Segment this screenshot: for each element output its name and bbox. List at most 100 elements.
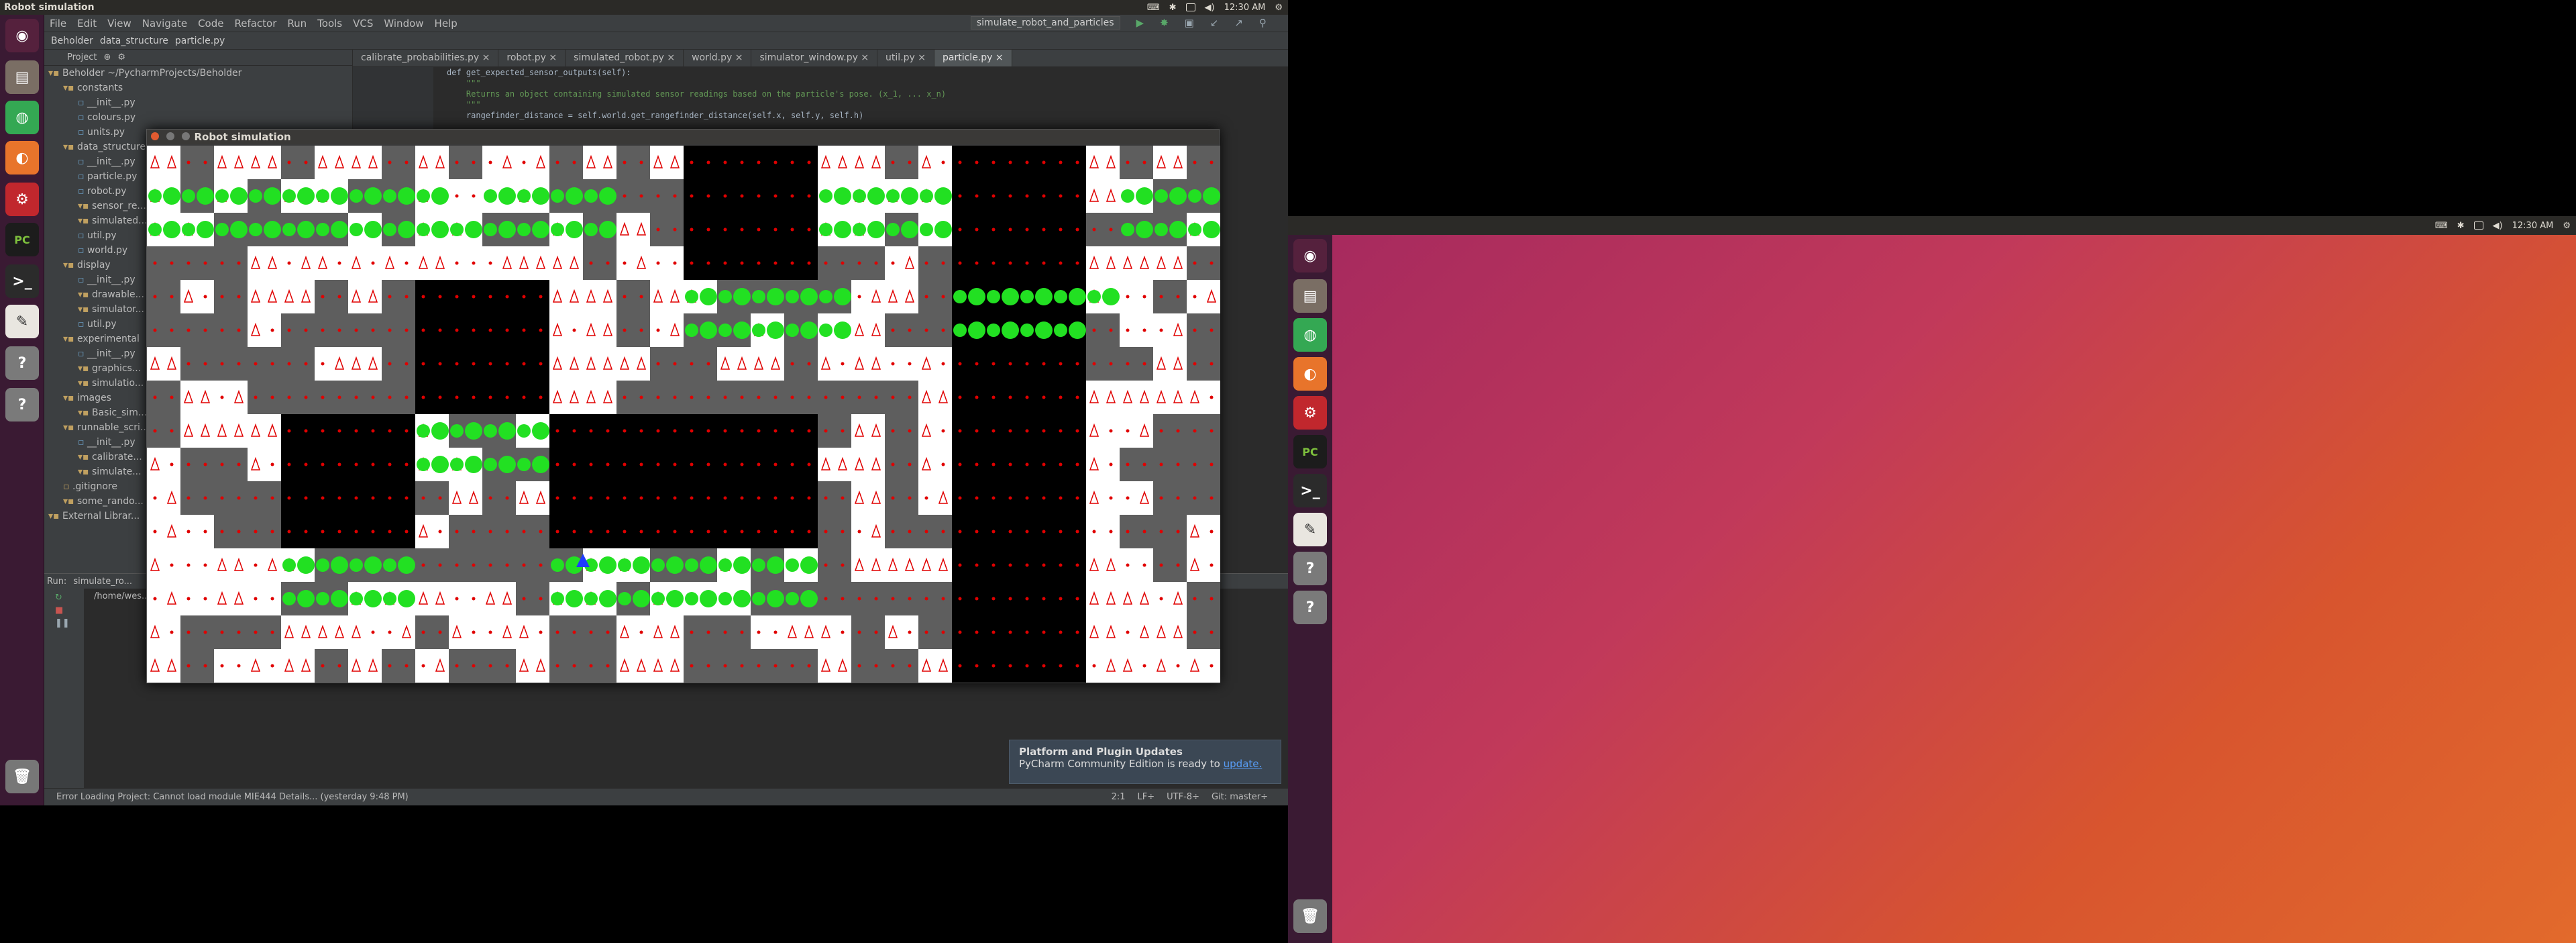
breadcrumb-file[interactable]: particle.py (175, 36, 225, 46)
collapse-icon[interactable]: ⊕ (103, 52, 111, 62)
vcs-update-icon[interactable]: ↙ (1210, 17, 1219, 29)
bluetooth-icon[interactable]: ✱ (1169, 3, 1177, 13)
menu-edit[interactable]: Edit (77, 17, 97, 30)
files-icon[interactable]: ▤ (5, 60, 39, 94)
caret-position[interactable]: 2:1 (1112, 792, 1126, 802)
trash-icon[interactable]: 🗑 (5, 760, 39, 793)
encoding[interactable]: UTF-8÷ (1167, 792, 1199, 802)
pycharm-icon[interactable]: PC (5, 223, 39, 256)
right-dash-icon[interactable]: ◉ (1293, 239, 1327, 272)
menu-window[interactable]: Window (384, 17, 423, 30)
editor-tab[interactable]: particle.py × (934, 50, 1012, 66)
right-bluetooth-icon[interactable]: ✱ (2457, 221, 2465, 231)
right-clock[interactable]: 12:30 AM (2512, 221, 2554, 231)
right-keyboard-icon[interactable]: ⌨ (2435, 221, 2448, 231)
code-view[interactable]: def get_expected_sensor_outputs(self): "… (353, 67, 1288, 121)
stop-icon[interactable]: ■ (44, 603, 84, 615)
menu-run[interactable]: Run (287, 17, 307, 30)
breadcrumb-project[interactable]: Beholder (51, 36, 93, 46)
indicator-area[interactable]: ⌨ ✱ ◀) 12:30 AM ⚙ (1147, 0, 1283, 15)
settings-gear-icon[interactable]: ⚙ (117, 52, 125, 62)
right-unknown-app-icon-2[interactable]: ? (1293, 591, 1327, 624)
run-icon[interactable]: ▶ (1136, 17, 1144, 29)
menu-tools[interactable]: Tools (317, 17, 342, 30)
settings-icon[interactable]: ⚙ (5, 183, 39, 216)
menu-help[interactable]: Help (435, 17, 458, 30)
right-trash-icon[interactable]: 🗑 (1293, 899, 1327, 933)
debug-icon[interactable]: ✸ (1160, 17, 1169, 29)
likely-particle (249, 189, 262, 203)
wall-cell (851, 582, 885, 615)
sim-window-titlebar[interactable]: Robot simulation (147, 130, 1219, 144)
breadcrumb-folder[interactable]: data_structure (100, 36, 168, 46)
particle-dot (270, 630, 274, 634)
menu-vcs[interactable]: VCS (353, 17, 373, 30)
editor-tab[interactable]: util.py × (877, 50, 934, 66)
right-battery-icon[interactable] (2473, 221, 2483, 230)
update-link[interactable]: update. (1224, 758, 1263, 770)
tree-item-label: simulator... (91, 304, 145, 315)
tree-item[interactable]: ▫ __init__.py (44, 95, 352, 110)
occupied-cell (751, 213, 784, 246)
terminal-icon[interactable]: >_ (5, 264, 39, 298)
unknown-app-icon[interactable]: ? (5, 346, 39, 380)
right-chrome-icon[interactable]: ◍ (1293, 318, 1327, 352)
pause-icon[interactable]: ❚❚ (44, 615, 84, 628)
editor-tab[interactable]: robot.py × (498, 50, 566, 66)
occupied-cell (952, 381, 985, 414)
keyboard-icon[interactable]: ⌨ (1147, 3, 1160, 13)
tree-item[interactable]: ▫ colours.py (44, 110, 352, 125)
particle-dot (941, 328, 945, 332)
right-indicator-area[interactable]: ⌨ ✱ ◀) 12:30 AM ⚙ (2435, 216, 2571, 235)
clock[interactable]: 12:30 AM (1224, 3, 1266, 13)
simulation-canvas[interactable] (147, 146, 1220, 683)
vcs-commit-icon[interactable]: ↗ (1234, 17, 1243, 29)
unknown-app-icon-2[interactable]: ? (5, 388, 39, 421)
right-text-editor-icon[interactable]: ✎ (1293, 513, 1327, 546)
right-unknown-app-icon[interactable]: ? (1293, 552, 1327, 585)
menu-code[interactable]: Code (198, 17, 223, 30)
menu-navigate[interactable]: Navigate (142, 17, 187, 30)
chrome-icon[interactable]: ◍ (5, 101, 39, 134)
editor-tab[interactable]: simulated_robot.py × (566, 50, 684, 66)
editor-tab[interactable]: calibrate_probabilities.py × (353, 50, 499, 66)
editor-tab[interactable]: simulator_window.py × (751, 50, 878, 66)
menu-refactor[interactable]: Refactor (234, 17, 276, 30)
right-terminal-icon[interactable]: >_ (1293, 474, 1327, 507)
volume-icon[interactable]: ◀) (1205, 3, 1215, 13)
battery-icon[interactable] (1185, 3, 1195, 11)
tree-item[interactable]: ▾▪ constants (44, 81, 352, 95)
text-editor-icon[interactable]: ✎ (5, 305, 39, 338)
right-pycharm-icon[interactable]: PC (1293, 435, 1327, 468)
right-volume-icon[interactable]: ◀) (2493, 221, 2503, 231)
status-message[interactable]: Error Loading Project: Cannot load modul… (56, 792, 409, 802)
search-icon[interactable]: ⚲ (1259, 17, 1267, 29)
line-separator[interactable]: LF÷ (1138, 792, 1155, 802)
right-files-icon[interactable]: ▤ (1293, 279, 1327, 313)
menu-view[interactable]: View (107, 17, 131, 30)
particle-dot (623, 194, 627, 198)
coverage-icon[interactable]: ▣ (1185, 17, 1194, 29)
close-icon[interactable] (151, 132, 159, 140)
update-notification[interactable]: Platform and Plugin Updates PyCharm Comm… (1009, 740, 1281, 784)
rerun-icon[interactable]: ↻ (44, 589, 84, 603)
run-tab[interactable]: simulate_ro... (73, 577, 132, 587)
particle-dot (337, 429, 341, 433)
git-branch[interactable]: Git: master÷ (1212, 792, 1268, 802)
right-settings-icon[interactable]: ⚙ (1293, 396, 1327, 430)
particle-dot (472, 630, 476, 634)
editor-tab[interactable]: world.py × (684, 50, 752, 66)
right-gear-icon[interactable]: ⚙ (2563, 221, 2571, 231)
run-config-select[interactable]: simulate_robot_and_particles (970, 16, 1120, 30)
maximize-icon[interactable] (182, 132, 191, 140)
minimize-icon[interactable] (166, 132, 175, 140)
project-view-select[interactable]: Project (67, 52, 97, 62)
tree-item[interactable]: ▾▪ Beholder ~/PycharmProjects/Beholder (44, 66, 352, 81)
menu-file[interactable]: File (50, 17, 66, 30)
gear-icon[interactable]: ⚙ (1275, 3, 1283, 13)
firefox-icon[interactable]: ◐ (5, 141, 39, 175)
dash-icon[interactable]: ◉ (5, 19, 39, 52)
right-firefox-icon[interactable]: ◐ (1293, 357, 1327, 391)
particle-dot (924, 295, 928, 299)
robot-simulation-window[interactable]: Robot simulation (146, 129, 1220, 683)
